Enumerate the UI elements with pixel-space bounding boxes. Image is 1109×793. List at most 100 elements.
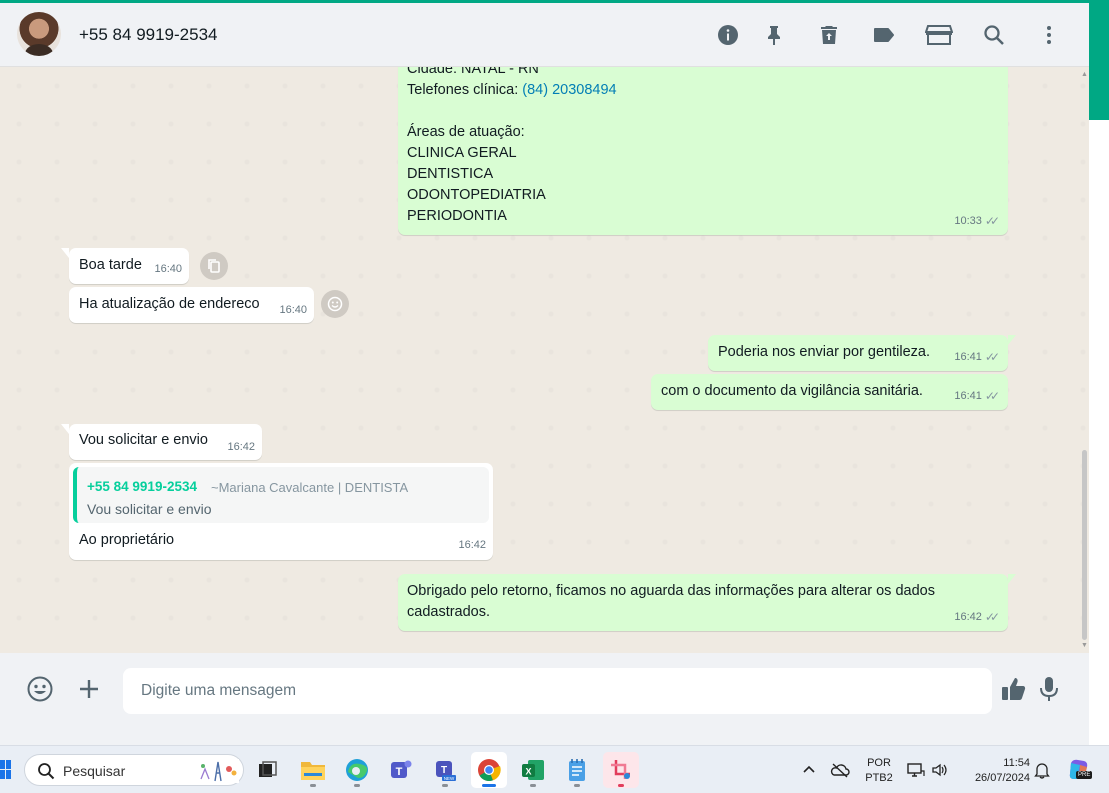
clock-time: 11:54 bbox=[1003, 757, 1030, 769]
message-incoming[interactable]: Vou solicitar e envio 16:42 bbox=[61, 424, 262, 460]
copilot-icon[interactable]: PRE bbox=[1066, 757, 1093, 783]
microphone-icon[interactable] bbox=[1035, 675, 1063, 703]
volume-icon[interactable] bbox=[930, 760, 950, 780]
chat-scrollbar[interactable]: ▲ ▼ bbox=[1080, 67, 1089, 653]
quoted-sender: +55 84 9919-2534 bbox=[87, 479, 197, 494]
delete-icon[interactable] bbox=[817, 23, 841, 47]
keyboard-language[interactable]: POR PTB2 bbox=[863, 756, 895, 786]
pin-icon[interactable] bbox=[762, 23, 786, 47]
read-ticks-icon: ✓✓ bbox=[984, 610, 1000, 624]
contact-name[interactable]: +55 84 9919-2534 bbox=[79, 25, 218, 45]
message-outgoing[interactable]: Obrigado pelo retorno, ficamos no aguard… bbox=[398, 574, 1016, 631]
language-code: POR bbox=[867, 757, 891, 769]
notepad-icon bbox=[569, 759, 585, 781]
copy-icon[interactable] bbox=[200, 252, 228, 280]
message-meta: 16:40 bbox=[279, 300, 307, 321]
quoted-message[interactable]: +55 84 9919-2534 ~Mariana Cavalcante | D… bbox=[73, 467, 489, 523]
bubble-tail bbox=[1008, 335, 1016, 345]
excel-icon: X bbox=[522, 760, 544, 780]
phone-link[interactable]: (84) 20308494 bbox=[522, 82, 616, 98]
system-clock[interactable]: 11:54 26/07/2024 bbox=[960, 756, 1030, 786]
taskbar-task-view[interactable] bbox=[250, 752, 286, 788]
teams-icon: T bbox=[391, 760, 412, 778]
info-icon[interactable] bbox=[716, 23, 740, 47]
message-outgoing[interactable]: com o documento da vigilância sanitária.… bbox=[651, 374, 1008, 410]
areas-title: Áreas de atuação: bbox=[407, 124, 525, 140]
conversation-panel[interactable]: Cidade: NATAL - RN Telefones clínica: (8… bbox=[0, 67, 1089, 653]
bubble-tail bbox=[61, 424, 69, 434]
taskbar-teams-personal[interactable]: T bbox=[383, 752, 419, 788]
taskbar-snipping-tool[interactable] bbox=[603, 752, 639, 788]
tray-expand-chevron-icon[interactable] bbox=[799, 760, 819, 780]
search-icon bbox=[38, 763, 55, 780]
message-time: 16:42 bbox=[458, 539, 486, 551]
menu-icon[interactable] bbox=[1037, 23, 1061, 47]
teams-new-icon: TNEW bbox=[436, 761, 456, 781]
search-highlight-paris-icon bbox=[195, 759, 239, 783]
onedrive-offline-icon[interactable] bbox=[830, 760, 850, 780]
bubble-tail bbox=[1008, 574, 1016, 584]
taskbar-teams-new[interactable]: T NEW bbox=[427, 752, 463, 788]
keyboard-layout: PTB2 bbox=[865, 772, 893, 784]
message-meta: 16:40 bbox=[154, 259, 182, 280]
taskbar-notepad[interactable] bbox=[559, 752, 595, 788]
area-item: DENTISTICA bbox=[407, 166, 494, 182]
edge-browser-icon bbox=[346, 759, 368, 781]
copilot-pre-badge: PRE bbox=[1076, 771, 1093, 779]
background-window-edge bbox=[1089, 0, 1109, 745]
message-time: 16:42 bbox=[227, 441, 255, 453]
attach-plus-icon[interactable] bbox=[75, 675, 103, 703]
compose-bar bbox=[0, 653, 1089, 725]
message-text: Ha atualização de endereco bbox=[79, 296, 260, 312]
message-text: Boa tarde bbox=[79, 257, 142, 273]
area-item: PERIODONTIA bbox=[407, 208, 507, 224]
windows-start-icon[interactable] bbox=[0, 760, 12, 780]
contact-avatar[interactable] bbox=[17, 12, 61, 56]
message-incoming[interactable]: Ha atualização de endereco 16:40 bbox=[69, 287, 314, 323]
svg-text:X: X bbox=[525, 767, 531, 777]
message-meta: 16:42 bbox=[458, 535, 486, 556]
taskbar-file-explorer[interactable] bbox=[295, 752, 331, 788]
scroll-down-arrow-icon[interactable]: ▼ bbox=[1081, 642, 1088, 649]
taskbar-chrome[interactable] bbox=[471, 752, 507, 788]
search-icon[interactable] bbox=[982, 23, 1006, 47]
taskbar-excel[interactable]: X bbox=[515, 752, 551, 788]
message-time: 10:33 bbox=[954, 215, 982, 227]
task-view-icon bbox=[259, 761, 277, 777]
message-incoming[interactable]: Boa tarde 16:40 bbox=[61, 248, 189, 284]
bubble-tail bbox=[61, 248, 69, 258]
message-incoming-reply[interactable]: +55 84 9919-2534 ~Mariana Cavalcante | D… bbox=[69, 463, 493, 560]
scroll-thumb[interactable] bbox=[1082, 450, 1087, 640]
read-ticks-icon: ✓✓ bbox=[984, 389, 1000, 403]
read-ticks-icon: ✓✓ bbox=[984, 214, 1000, 228]
taskbar-search[interactable]: Pesquisar bbox=[24, 754, 244, 786]
message-text: com o documento da vigilância sanitária. bbox=[661, 383, 923, 399]
message-meta: 16:42 ✓✓ bbox=[954, 607, 1000, 628]
store-icon[interactable] bbox=[924, 23, 954, 47]
taskbar-edge[interactable] bbox=[339, 752, 375, 788]
network-icon[interactable] bbox=[906, 760, 926, 780]
message-time: 16:40 bbox=[279, 304, 307, 316]
message-outgoing[interactable]: Poderia nos enviar por gentileza. 16:41 ✓… bbox=[708, 335, 1016, 371]
message-meta: 16:41 ✓✓ bbox=[954, 386, 1000, 407]
windows-taskbar: Pesquisar T T NEW X POR PTB2 11:54 26/07… bbox=[0, 745, 1109, 793]
area-item: ODONTOPEDIATRIA bbox=[407, 187, 546, 203]
label-icon[interactable] bbox=[872, 23, 896, 47]
area-item: CLINICA GERAL bbox=[407, 145, 517, 161]
emoji-reaction-icon[interactable] bbox=[321, 290, 349, 318]
scroll-up-arrow-icon[interactable]: ▲ bbox=[1081, 71, 1088, 78]
message-meta: 16:42 bbox=[227, 437, 255, 458]
emoji-icon[interactable] bbox=[26, 675, 54, 703]
quoted-pushname: ~Mariana Cavalcante | DENTISTA bbox=[211, 480, 409, 495]
message-input[interactable] bbox=[123, 668, 992, 714]
message-text: Cidade: NATAL - RN Telefones clínica: (8… bbox=[407, 67, 617, 227]
search-label: Pesquisar bbox=[63, 763, 126, 779]
message-time: 16:42 bbox=[954, 611, 982, 623]
svg-text:NEW: NEW bbox=[444, 776, 455, 781]
thumbs-up-icon[interactable] bbox=[1000, 675, 1028, 703]
message-line: Cidade: NATAL - RN bbox=[407, 67, 539, 77]
chat-header: +55 84 9919-2534 bbox=[0, 3, 1089, 67]
message-outgoing[interactable]: Cidade: NATAL - RN Telefones clínica: (8… bbox=[398, 67, 1008, 235]
notification-bell-icon[interactable] bbox=[1032, 760, 1052, 780]
message-time: 16:41 bbox=[954, 390, 982, 402]
